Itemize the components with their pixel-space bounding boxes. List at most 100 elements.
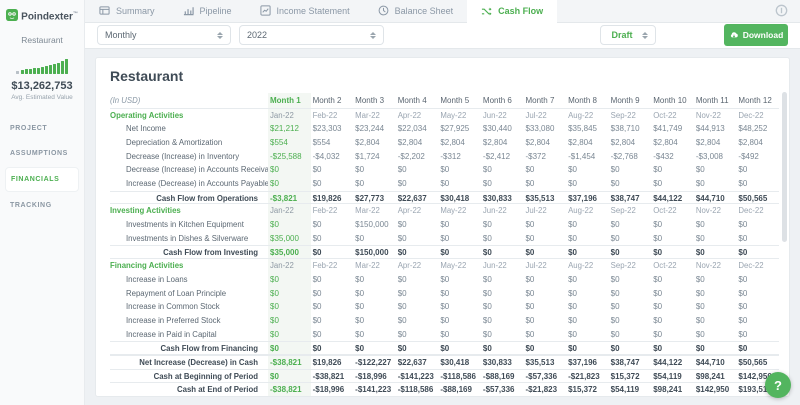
- sparkline-bar: [65, 59, 68, 74]
- value-cell: $2,804: [481, 136, 524, 150]
- row-label: Cash Flow from Financing: [110, 342, 268, 354]
- value-cell: $0: [396, 163, 439, 177]
- table-row-depreciation-amortization: Depreciation & Amortization$554$554$2,80…: [110, 136, 779, 150]
- value-cell: $0: [566, 177, 609, 191]
- value-cell: $0: [481, 246, 524, 258]
- value-cell: -$38,821: [268, 356, 311, 369]
- table-row-increase-in-paid-in-capital: Increase in Paid in Capital$0$0$0$0$0$0$…: [110, 328, 779, 342]
- cash-flow-icon: [481, 6, 492, 17]
- sidebar-item-project[interactable]: PROJECT: [0, 117, 84, 140]
- value-cell: $27,773: [353, 192, 396, 204]
- value-cell: -$57,336: [481, 383, 524, 396]
- download-button[interactable]: Download: [724, 24, 788, 46]
- value-cell: $35,000: [268, 232, 311, 246]
- value-cell: -$1,454: [566, 150, 609, 164]
- cashflow-table: (In USD)Month 1Month 2Month 3Month 4Mont…: [110, 93, 779, 396]
- row-label: Operating Activities: [110, 109, 268, 123]
- date-cell: Sep-22: [609, 259, 652, 273]
- value-cell: $0: [736, 218, 779, 232]
- table-row-increase-in-preferred-stock: Increase in Preferred Stock$0$0$0$0$0$0$…: [110, 314, 779, 328]
- status-select[interactable]: Draft: [600, 25, 656, 45]
- value-cell: $0: [481, 314, 524, 328]
- table-row-decrease-increase-in-inventory: Decrease (Increase) in Inventory-$25,588…: [110, 150, 779, 164]
- trademark: ™: [73, 11, 78, 17]
- value-cell: $0: [651, 163, 694, 177]
- column-header-month-11: Month 11: [694, 93, 737, 108]
- value-cell: $0: [353, 314, 396, 328]
- date-cell: Aug-22: [566, 204, 609, 218]
- value-cell: $50,565: [736, 356, 779, 369]
- value-cell: $0: [651, 177, 694, 191]
- value-cell: $0: [609, 287, 652, 301]
- date-cell: Jan-22: [268, 109, 311, 123]
- value-cell: $0: [694, 218, 737, 232]
- row-label: Cash at End of Period: [110, 383, 268, 396]
- value-cell: $38,710: [609, 122, 652, 136]
- value-cell: -$25,588: [268, 150, 311, 164]
- date-cell: Mar-22: [353, 259, 396, 273]
- value-cell: $0: [736, 287, 779, 301]
- estimated-value: $13,262,753: [11, 80, 72, 92]
- page-title: Restaurant: [110, 68, 779, 84]
- value-cell: $2,804: [609, 136, 652, 150]
- date-cell: Apr-22: [396, 109, 439, 123]
- date-cell: Jan-22: [268, 259, 311, 273]
- value-cell: $0: [609, 300, 652, 314]
- value-cell: $0: [353, 232, 396, 246]
- value-cell: $0: [694, 300, 737, 314]
- value-cell: -$3,821: [268, 192, 311, 204]
- help-button[interactable]: ?: [765, 372, 791, 398]
- value-cell: -$18,996: [353, 370, 396, 383]
- value-cell: -$38,821: [311, 370, 354, 383]
- sidebar-item-tracking[interactable]: TRACKING: [0, 194, 84, 217]
- row-label: Investing Activities: [110, 204, 268, 218]
- row-label: Financing Activities: [110, 259, 268, 273]
- tab-income-statement[interactable]: Income Statement: [246, 0, 364, 22]
- value-cell: $0: [609, 177, 652, 191]
- column-header-month-9: Month 9: [609, 93, 652, 108]
- value-cell: $0: [311, 246, 354, 258]
- row-label: Investments in Dishes & Silverware: [110, 232, 268, 246]
- sidebar-item-assumptions[interactable]: ASSUMPTIONS: [0, 142, 84, 165]
- tab-balance-sheet[interactable]: Balance Sheet: [364, 0, 468, 22]
- table-row-financing-activities: Financing ActivitiesJan-22Feb-22Mar-22Ap…: [110, 259, 779, 273]
- status-select-value: Draft: [608, 30, 636, 40]
- table-row-cash-flow-from-investing: Cash Flow from Investing$35,000$0$150,00…: [110, 245, 779, 259]
- date-cell: Sep-22: [609, 109, 652, 123]
- brand-logo[interactable]: Poindexter™: [6, 8, 78, 26]
- date-cell: Apr-22: [396, 259, 439, 273]
- period-select[interactable]: Monthly: [97, 25, 231, 45]
- value-cell: $48,252: [736, 122, 779, 136]
- value-cell: $0: [396, 273, 439, 287]
- value-cell: $0: [523, 246, 566, 258]
- tab-summary[interactable]: Summary: [85, 0, 169, 22]
- value-cell: -$2,202: [396, 150, 439, 164]
- project-name: Restaurant: [21, 35, 63, 45]
- column-header-month-2: Month 2: [311, 93, 354, 108]
- value-cell: $0: [523, 300, 566, 314]
- sidebar: Poindexter™ Restaurant $13,262,753 Avg. …: [0, 0, 85, 405]
- column-header-month-12: Month 12: [736, 93, 779, 108]
- tab-cash-flow[interactable]: Cash Flow: [467, 0, 557, 23]
- value-cell: -$141,223: [353, 383, 396, 396]
- year-select[interactable]: 2022: [239, 25, 384, 45]
- value-cell: $0: [523, 314, 566, 328]
- table-row-operating-activities: Operating ActivitiesJan-22Feb-22Mar-22Ap…: [110, 109, 779, 123]
- tab-label: Pipeline: [200, 6, 232, 16]
- info-icon[interactable]: [775, 4, 788, 17]
- date-cell: Jun-22: [481, 204, 524, 218]
- value-cell: $554: [268, 136, 311, 150]
- value-cell: -$21,823: [523, 383, 566, 396]
- value-cell: $142,950: [694, 383, 737, 396]
- date-cell: Dec-22: [736, 109, 779, 123]
- sidebar-item-financials[interactable]: FINANCIALS: [5, 167, 79, 192]
- date-cell: Oct-22: [651, 259, 694, 273]
- date-cell: Nov-22: [694, 109, 737, 123]
- value-cell: $0: [736, 300, 779, 314]
- value-cell: $0: [481, 300, 524, 314]
- tab-label: Summary: [116, 6, 155, 16]
- value-cell: $22,637: [396, 192, 439, 204]
- vertical-scrollbar[interactable]: [782, 92, 787, 242]
- value-cell: $0: [566, 232, 609, 246]
- tab-pipeline[interactable]: Pipeline: [169, 0, 246, 22]
